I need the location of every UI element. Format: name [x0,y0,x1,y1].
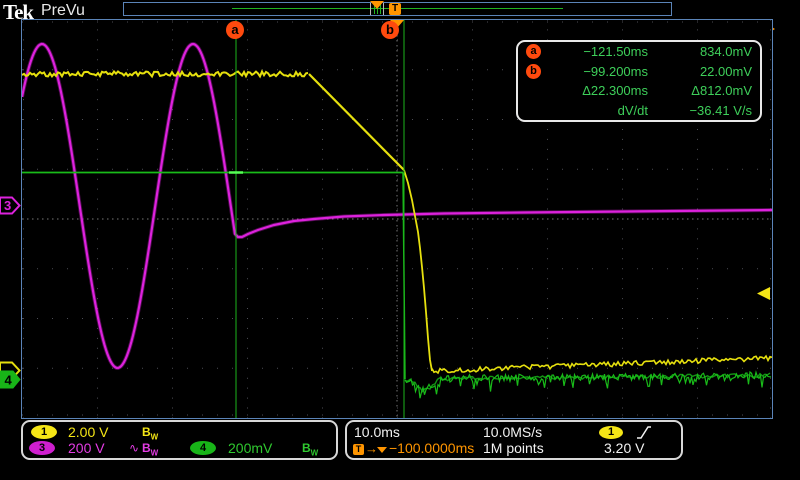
trigger-delay-readout[interactable]: −100.0000ms [389,440,474,456]
cursor-a-time: −121.50ms [548,44,648,59]
cursor-b-handle[interactable]: b [381,21,399,39]
cursor-b-badge: b [526,64,541,79]
ch3-scale-readout[interactable]: 200 V [68,440,105,456]
trigger-source-badge[interactable]: 1 [599,426,623,439]
expansion-point-icon [370,1,384,9]
ch1-scale-readout[interactable]: 2.00 V [68,424,108,440]
cursor-a-badge: a [526,44,541,59]
trigger-level-readout[interactable]: 3.20 V [604,440,644,456]
acquisition-mode-label: PreVu [41,2,85,20]
trigger-marker-icon [377,447,387,453]
horizontal-trigger-panel: 10.0ms 10.0MS/s 1 T → −100.0000ms 1M poi… [345,420,683,460]
cursor-slope-label: dV/dt [548,103,648,118]
cursor-a-handle[interactable]: a [226,21,244,39]
ch3-badge[interactable]: 3 [29,441,55,455]
ch4-bandwidth-icon: BW [302,441,318,457]
timebase-readout[interactable]: 10.0ms [354,424,400,440]
ch4-badge[interactable]: 4 [190,441,216,455]
oscilloscope-screen: Tek PreVu T T a b 3 4 a −121.50ms 834.0m… [0,0,800,480]
cursor-slope-value: −36.41 V/s [648,103,752,118]
record-trigger-icon: T [389,3,401,15]
trigger-level-arrow-icon[interactable] [757,287,771,300]
channel-settings-panel: 1 2.00 V BW 3 200 V ∿ BW 4 200mV BW [21,420,338,460]
cursor-delta-value: Δ812.0mV [648,83,752,98]
trigger-position-icon: T [353,444,364,455]
cursor-delta-time: Δ22.300ms [548,83,648,98]
cursor-readout-box: a −121.50ms 834.0mV b −99.200ms 22.00mV … [516,40,762,122]
cursor-b-time: −99.200ms [548,64,648,79]
record-length-readout: 1M points [483,440,544,456]
ch4-position-marker[interactable]: 4 [0,370,21,389]
ch4-scale-readout[interactable]: 200mV [228,440,272,456]
ch1-badge[interactable]: 1 [31,425,57,439]
cursor-b-value: 22.00mV [648,64,752,79]
rising-edge-icon [636,425,651,440]
ch1-bandwidth-icon: BW [142,425,158,441]
ch3-position-marker[interactable]: 3 [0,196,21,215]
ch3-ac-coupling-icon: ∿ [129,441,139,455]
ch4-marker-label: 4 [5,373,13,388]
ch3-marker-label: 3 [4,198,11,213]
sample-rate-readout: 10.0MS/s [483,424,542,440]
ch3-bandwidth-icon: BW [142,441,158,457]
record-view-bar[interactable]: T [123,2,672,16]
cursor-a-value: 834.0mV [648,44,752,59]
